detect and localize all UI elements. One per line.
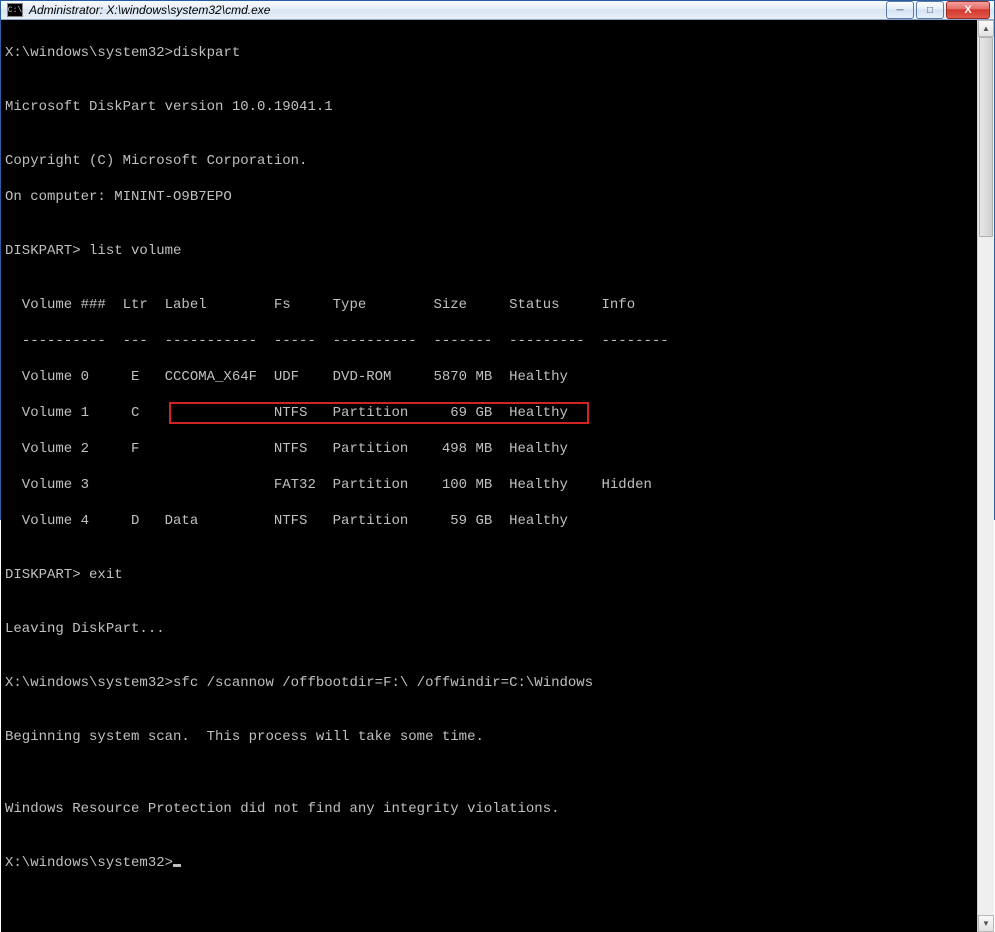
titlebar[interactable]: C:\ Administrator: X:\windows\system32\c… bbox=[1, 1, 994, 20]
cmd-app-icon: C:\ bbox=[7, 3, 23, 17]
volume-table-header: Volume ### Ltr Label Fs Type Size Status… bbox=[5, 296, 973, 314]
scrollbar-track[interactable] bbox=[978, 37, 994, 915]
volume-row: Volume 1 C NTFS Partition 69 GB Healthy bbox=[5, 404, 973, 422]
maximize-icon: □ bbox=[927, 5, 933, 16]
scrollbar-thumb[interactable] bbox=[979, 37, 993, 237]
cmd-sfc: sfc /scannow /offbootdir=F:\ /offwindir=… bbox=[173, 675, 593, 691]
maximize-button[interactable]: □ bbox=[916, 1, 944, 19]
scroll-down-button[interactable]: ▼ bbox=[978, 915, 994, 932]
cmd-list-volume: list volume bbox=[89, 243, 181, 259]
cmd-diskpart: diskpart bbox=[173, 45, 240, 61]
minimize-icon: ─ bbox=[896, 5, 903, 16]
chevron-up-icon: ▲ bbox=[982, 24, 990, 33]
console-output[interactable]: X:\windows\system32>diskpart Microsoft D… bbox=[1, 20, 977, 932]
diskpart-prompt-line: DISKPART> list volume bbox=[5, 242, 973, 260]
volume-row: Volume 4 D Data NTFS Partition 59 GB Hea… bbox=[5, 512, 973, 530]
diskpart-prompt: DISKPART> bbox=[5, 243, 89, 259]
leaving-diskpart: Leaving DiskPart... bbox=[5, 620, 973, 638]
prompt-line: X:\windows\system32>diskpart bbox=[5, 44, 973, 62]
diskpart-version: Microsoft DiskPart version 10.0.19041.1 bbox=[5, 98, 973, 116]
cmd-window: C:\ Administrator: X:\windows\system32\c… bbox=[0, 0, 995, 520]
window-buttons: ─ □ X bbox=[886, 1, 994, 19]
minimize-button[interactable]: ─ bbox=[886, 1, 914, 19]
cmd-exit: exit bbox=[89, 567, 123, 583]
prompt-line: X:\windows\system32> bbox=[5, 854, 973, 872]
cursor bbox=[173, 864, 181, 867]
diskpart-prompt: DISKPART> bbox=[5, 567, 89, 583]
vertical-scrollbar[interactable]: ▲ ▼ bbox=[977, 20, 994, 932]
begin-scan: Beginning system scan. This process will… bbox=[5, 728, 973, 746]
prompt: X:\windows\system32> bbox=[5, 675, 173, 691]
volume-row: Volume 3 FAT32 Partition 100 MB Healthy … bbox=[5, 476, 973, 494]
close-icon: X bbox=[964, 4, 971, 16]
close-button[interactable]: X bbox=[946, 1, 990, 19]
window-title: Administrator: X:\windows\system32\cmd.e… bbox=[29, 3, 270, 17]
wrp-result: Windows Resource Protection did not find… bbox=[5, 800, 973, 818]
console-area: X:\windows\system32>diskpart Microsoft D… bbox=[1, 20, 994, 932]
volume-row: Volume 2 F NTFS Partition 498 MB Healthy bbox=[5, 440, 973, 458]
scroll-up-button[interactable]: ▲ bbox=[978, 20, 994, 37]
diskpart-computer: On computer: MININT-O9B7EPO bbox=[5, 188, 973, 206]
prompt-line: X:\windows\system32>sfc /scannow /offboo… bbox=[5, 674, 973, 692]
diskpart-copyright: Copyright (C) Microsoft Corporation. bbox=[5, 152, 973, 170]
chevron-down-icon: ▼ bbox=[982, 919, 990, 928]
volume-row: Volume 0 E CCCOMA_X64F UDF DVD-ROM 5870 … bbox=[5, 368, 973, 386]
prompt: X:\windows\system32> bbox=[5, 45, 173, 61]
diskpart-prompt-line: DISKPART> exit bbox=[5, 566, 973, 584]
prompt: X:\windows\system32> bbox=[5, 855, 173, 871]
volume-table-divider: ---------- --- ----------- ----- -------… bbox=[5, 332, 973, 350]
